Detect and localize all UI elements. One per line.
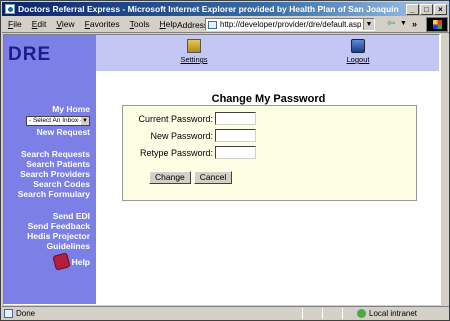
- change-password-form: Current Password: New Password: Retype P…: [122, 105, 417, 201]
- menu-edit[interactable]: Edit: [32, 19, 47, 29]
- menu-tools[interactable]: Tools: [130, 19, 150, 29]
- sidebar-send-edi[interactable]: Send EDI: [18, 211, 90, 221]
- sidebar-search-codes[interactable]: Search Codes: [18, 179, 90, 189]
- top-nav: Settings Logout: [96, 35, 439, 71]
- sidebar: DRE My Home - Select An Inbox - ▼ New Re…: [4, 35, 96, 304]
- inbox-select-value: - Select An Inbox -: [29, 117, 83, 124]
- status-bar: Done Local intranet: [2, 306, 449, 320]
- menu-file[interactable]: File: [8, 19, 22, 29]
- security-zone: Local intranet: [369, 309, 418, 318]
- maximize-button[interactable]: □: [420, 4, 433, 15]
- settings-link[interactable]: Settings: [174, 39, 214, 64]
- current-password-label: Current Password:: [138, 114, 213, 124]
- ie-icon: [5, 4, 15, 14]
- sidebar-my-home[interactable]: My Home: [18, 104, 90, 114]
- status-text: Done: [16, 309, 36, 318]
- chevron-down-icon: ▼: [81, 117, 89, 125]
- new-password-label: New Password:: [150, 131, 213, 141]
- back-dropdown-icon[interactable]: ▼: [400, 20, 407, 27]
- sidebar-new-request[interactable]: New Request: [18, 127, 90, 137]
- cancel-button[interactable]: Cancel: [193, 171, 233, 184]
- address-value: http://developer/provider/dre/default.as…: [220, 20, 362, 29]
- toolbar-chevron-icon[interactable]: »: [412, 19, 417, 29]
- sidebar-search-requests[interactable]: Search Requests: [18, 149, 90, 159]
- back-arrow-icon[interactable]: ⇦: [387, 18, 395, 29]
- page-title: Change My Password: [211, 93, 326, 105]
- retype-password-label: Retype Password:: [139, 148, 213, 158]
- logout-icon: [351, 39, 365, 53]
- dre-logo: DRE: [8, 44, 52, 65]
- logout-link[interactable]: Logout: [338, 39, 378, 64]
- sidebar-help-label[interactable]: Help: [72, 257, 90, 267]
- settings-icon: [187, 39, 201, 53]
- sidebar-search-patients[interactable]: Search Patients: [18, 159, 90, 169]
- menu-help[interactable]: Help: [159, 19, 176, 29]
- settings-label: Settings: [180, 55, 208, 64]
- sidebar-hedis-projector[interactable]: Hedis Projector: [18, 231, 90, 241]
- page-icon: [208, 21, 217, 29]
- logout-label: Logout: [346, 55, 370, 64]
- sidebar-guidelines[interactable]: Guidelines: [18, 241, 90, 251]
- sidebar-help[interactable]: Help: [18, 252, 90, 271]
- address-dropdown-icon[interactable]: ▼: [363, 19, 374, 30]
- vertical-scrollbar[interactable]: [440, 34, 449, 305]
- main-content: Change My Password Current Password: New…: [96, 71, 439, 304]
- current-password-input[interactable]: [215, 112, 256, 125]
- page-viewport: DRE My Home - Select An Inbox - ▼ New Re…: [3, 34, 440, 305]
- change-button[interactable]: Change: [149, 171, 191, 184]
- new-password-input[interactable]: [215, 129, 256, 142]
- page-done-icon: [4, 309, 13, 318]
- retype-password-input[interactable]: [215, 146, 256, 159]
- sidebar-search-formulary[interactable]: Search Formulary: [18, 189, 90, 199]
- address-label: Address: [177, 20, 209, 30]
- help-book-icon: [51, 252, 71, 271]
- minimize-button[interactable]: _: [406, 4, 419, 15]
- window-title: Doctors Referral Express - Microsoft Int…: [18, 4, 399, 14]
- menu-favorites[interactable]: Favorites: [85, 19, 120, 29]
- windows-logo-icon: [426, 17, 448, 32]
- close-button[interactable]: ×: [434, 4, 447, 15]
- intranet-zone-icon: [357, 309, 366, 318]
- browser-window: Doctors Referral Express - Microsoft Int…: [0, 0, 450, 321]
- address-input[interactable]: http://developer/provider/dre/default.as…: [205, 18, 375, 31]
- sidebar-search-providers[interactable]: Search Providers: [18, 169, 90, 179]
- menu-bar: File Edit View Favorites Tools Help Addr…: [2, 16, 449, 33]
- inbox-select[interactable]: - Select An Inbox - ▼: [26, 116, 90, 126]
- menu-view[interactable]: View: [56, 19, 74, 29]
- sidebar-send-feedback[interactable]: Send Feedback: [18, 221, 90, 231]
- title-bar: Doctors Referral Express - Microsoft Int…: [2, 2, 449, 16]
